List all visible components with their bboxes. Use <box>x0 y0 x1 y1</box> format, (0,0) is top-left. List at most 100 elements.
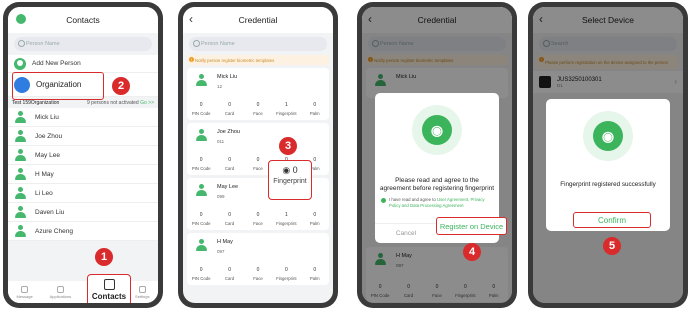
contact-name: Joe Zhou <box>35 132 63 140</box>
nav-applications[interactable]: Applications <box>50 285 71 299</box>
contact-row[interactable]: Joe Zhou <box>8 127 158 146</box>
credential-label: Palm <box>309 276 320 281</box>
credential-1[interactable]: 0 Card <box>218 157 242 171</box>
go-link[interactable]: Go >> <box>140 100 154 106</box>
bottom-nav: Message Applications Settings <box>8 281 158 303</box>
credential-4[interactable]: 0 Palm <box>303 102 327 116</box>
credential-4[interactable]: 0 Palm <box>303 212 327 226</box>
credential-header: ‹ Credential <box>183 7 333 33</box>
contact-row[interactable]: Mick Liu <box>8 108 158 127</box>
credential-value: 0 <box>199 157 203 163</box>
contact-row[interactable]: Li Leo <box>8 184 158 203</box>
credential-3[interactable]: 1 Fingerprint <box>274 212 298 226</box>
fingerprint-count: ◉ 0 <box>282 165 298 175</box>
credential-value: 0 <box>313 102 317 108</box>
person-id: 12 <box>217 84 223 89</box>
agreement-text: Please read and agree to the agreement b… <box>379 177 495 192</box>
credential-0[interactable]: 0 PIN Code <box>189 102 213 116</box>
page-title: Credential <box>238 15 278 25</box>
agreement-checkbox-row: I have read and agree to User Agreement,… <box>381 197 495 208</box>
person-icon <box>14 186 27 200</box>
credential-2[interactable]: 0 Face <box>246 267 270 281</box>
fingerprint-icon: ◉ <box>593 121 623 151</box>
credential-1[interactable]: 0 Card <box>218 212 242 226</box>
credential-value: 0 <box>228 157 231 163</box>
cancel-button[interactable]: Cancel <box>375 230 437 237</box>
credential-label: Card <box>224 221 235 226</box>
user-avatar-icon[interactable] <box>16 14 26 24</box>
back-icon[interactable]: ‹ <box>189 12 193 26</box>
credential-label: Face <box>253 166 263 171</box>
credential-2[interactable]: 0 Face <box>246 157 270 171</box>
contact-row[interactable]: May Lee <box>8 146 158 165</box>
credential-0[interactable]: 0 PIN Code <box>189 212 213 226</box>
not-activated-text: 9 persons not activated <box>87 99 139 106</box>
contacts-header: Contacts <box>8 7 158 33</box>
organization-highlight <box>12 72 104 100</box>
notify-banner[interactable]: Notify person register biometric templat… <box>187 55 329 65</box>
credential-counts: 0 PIN Code 0 Card 0 Face 0 Fingerprint 0 Palm <box>187 267 329 281</box>
credential-value: 0 <box>256 102 260 108</box>
credential-4[interactable]: 0 Palm <box>303 267 327 281</box>
settings-icon <box>138 285 146 293</box>
person-icon <box>195 129 208 142</box>
agree-prefix: I have read and agree to <box>389 197 438 202</box>
person-icon <box>14 224 27 238</box>
register-on-device-button[interactable]: Register on Device <box>436 217 507 235</box>
person-card[interactable]: Mick Liu 12 0 PIN Code 0 Card 0 Face 1 Fingerprin… <box>187 68 329 120</box>
credential-0[interactable]: 0 PIN Code <box>189 267 213 281</box>
credential-3[interactable]: 0 Fingerprint <box>274 267 298 281</box>
search-input[interactable]: Person Name <box>189 37 327 51</box>
person-id: 011 <box>217 139 225 144</box>
credential-1[interactable]: 0 Card <box>218 267 242 281</box>
credential-value: 0 <box>256 267 260 273</box>
contact-row[interactable]: H May <box>8 165 158 184</box>
credential-value: 0 <box>256 212 260 218</box>
credential-value: 0 <box>228 267 231 273</box>
contact-row[interactable]: Daven Liu <box>8 203 158 222</box>
person-name: Joe Zhou <box>217 129 240 135</box>
credential-label: PIN Code <box>191 221 211 226</box>
person-card[interactable]: H May 097 0 PIN Code 0 Card 0 Face 0 Fingerprint 0… <box>187 233 329 285</box>
nav-settings-label: Settings <box>135 293 150 299</box>
page-title: Contacts <box>66 15 100 25</box>
add-new-person-button[interactable]: Add New Person <box>8 55 158 73</box>
credential-value: 0 <box>313 212 317 218</box>
agree-checkbox[interactable] <box>381 198 386 203</box>
credential-counts: 0 PIN Code 0 Card 0 Face 1 Fingerprint 0 Palm <box>187 212 329 226</box>
not-activated-status: 9 persons not activated Go >> <box>87 100 154 106</box>
credential-2[interactable]: 0 Face <box>246 212 270 226</box>
credential-value: 0 <box>256 157 260 163</box>
fingerprint-label: Fingerprint <box>273 178 307 185</box>
contact-row[interactable]: Azure Cheng <box>8 222 158 241</box>
credential-screen: ‹ Credential Person Name Notify person r… <box>183 7 333 303</box>
org-name: Test 159Organization <box>12 99 60 106</box>
search-input[interactable]: Person Name <box>14 37 152 51</box>
step-marker: 1 <box>95 248 113 266</box>
agreement-screen: ‹ Credential Person Name Notify person r… <box>362 7 512 303</box>
step-marker: 4 <box>463 243 481 261</box>
person-icon <box>14 110 27 124</box>
credential-value: 0 <box>199 267 203 273</box>
nav-message[interactable]: Message <box>16 285 33 299</box>
contact-name: Daven Liu <box>35 208 65 216</box>
confirm-button[interactable]: Confirm <box>573 212 651 228</box>
contact-name: Li Leo <box>35 189 53 197</box>
credential-3[interactable]: 1 Fingerprint <box>274 102 298 116</box>
credential-label: PIN Code <box>191 111 211 116</box>
fingerprint-illustration: ◉ <box>583 111 633 161</box>
credential-1[interactable]: 0 Card <box>218 102 242 116</box>
credential-value: 1 <box>284 102 288 108</box>
person-icon <box>14 205 27 219</box>
credential-2[interactable]: 0 Face <box>246 102 270 116</box>
fingerprint-zoom[interactable]: ◉ 0 Fingerprint <box>268 160 312 200</box>
nav-contacts[interactable]: Contacts <box>87 274 131 303</box>
credential-0[interactable]: 0 PIN Code <box>189 157 213 171</box>
person-name: May Lee <box>217 184 239 190</box>
contact-name: Mick Liu <box>35 113 59 121</box>
nav-settings[interactable]: Settings <box>135 285 150 299</box>
credential-label: Face <box>253 221 263 226</box>
credential-value: 0 <box>284 267 288 273</box>
phone-contacts: Contacts Person Name Add New Person Orga… <box>3 2 163 308</box>
credential-value: 0 <box>199 212 203 218</box>
